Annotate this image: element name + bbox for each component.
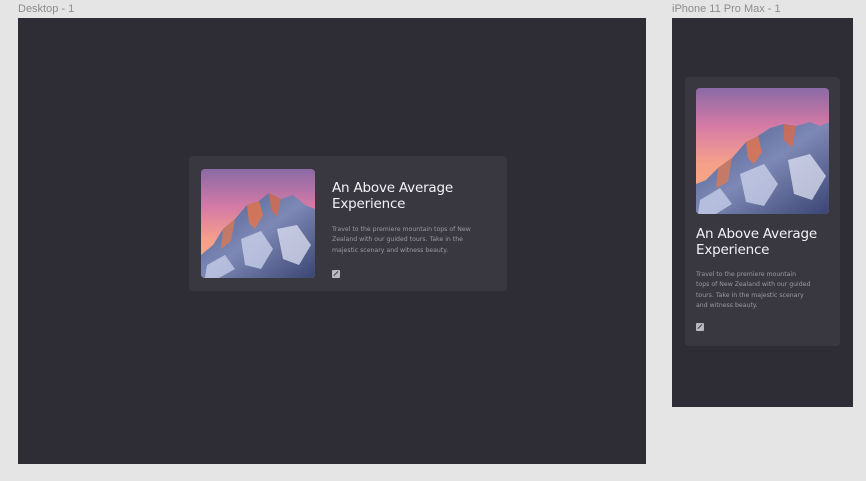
external-link-icon[interactable] (696, 323, 704, 331)
card-title: An Above Average Experience (696, 226, 817, 258)
desc-line: tops of New Zealand with our guided (696, 281, 811, 289)
external-link-icon[interactable] (332, 270, 340, 278)
card-title-line1: An Above Average (332, 180, 453, 196)
card-title-line1: An Above Average (696, 226, 817, 242)
mountain-photo (696, 88, 829, 214)
desc-line: Travel to the premiere mountain (696, 271, 797, 278)
desc-line: Zealand with our guided tours. Take in t… (332, 236, 463, 244)
mountain-photo (201, 169, 315, 278)
card-description: Travel to the premiere mountain tops of … (696, 270, 810, 312)
card-description: Travel to the premiere mountain tops of … (332, 225, 471, 256)
desktop-frame: An Above Average Experience Travel to th… (18, 18, 646, 464)
desktop-frame-label[interactable]: Desktop - 1 (18, 3, 74, 15)
desc-line: Travel to the premiere mountain tops of … (332, 226, 471, 233)
card-title-line2: Experience (696, 242, 770, 258)
card-title-line2: Experience (332, 196, 406, 212)
mobile-frame: An Above Average Experience Travel to th… (672, 18, 853, 407)
desc-line: tours. Take in the majestic scenary (696, 291, 804, 299)
card-title: An Above Average Experience (332, 180, 453, 212)
desktop-card: An Above Average Experience Travel to th… (189, 156, 507, 291)
desc-line: majestic scenary and witness beauty. (332, 246, 448, 254)
mobile-frame-label[interactable]: iPhone 11 Pro Max - 1 (672, 3, 781, 15)
mobile-card: An Above Average Experience Travel to th… (685, 77, 840, 346)
desc-line: and witness beauty. (696, 302, 758, 310)
